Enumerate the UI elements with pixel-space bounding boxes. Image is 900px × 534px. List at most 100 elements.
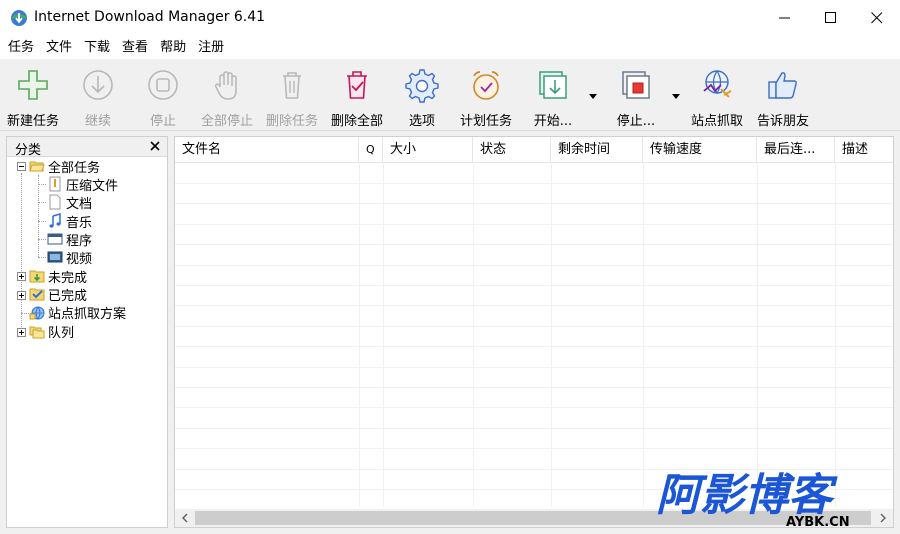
- menu-view[interactable]: 查看: [116, 37, 154, 59]
- window-title: Internet Download Manager 6.41: [34, 9, 266, 25]
- new-task-label: 新建任务: [6, 114, 59, 129]
- tree-item-label: 压缩文件: [66, 178, 119, 194]
- expand-toggle-icon[interactable]: [17, 291, 26, 300]
- tree-item-compressed[interactable]: 压缩文件: [47, 175, 119, 194]
- tree-item-programs[interactable]: 程序: [47, 230, 93, 249]
- delete-all-button[interactable]: 删除全部: [327, 63, 387, 129]
- stop-all-button[interactable]: 全部停止: [197, 63, 257, 129]
- column-header-description[interactable]: 描述: [835, 137, 893, 163]
- grid-row-line: [175, 367, 893, 368]
- tree-item-music[interactable]: 音乐: [47, 212, 93, 231]
- menu-task[interactable]: 任务: [2, 37, 40, 59]
- tree-item-label: 未完成: [48, 270, 88, 286]
- list-body: [175, 163, 893, 507]
- queue-folders-icon: [29, 326, 45, 339]
- tell-friend-button[interactable]: 告诉朋友: [753, 63, 813, 129]
- tree-item-label: 全部任务: [48, 160, 101, 176]
- toolbar: 新建任务 继续 停止 全部停止 删除任务 删除全部 选项 计划任务 开始... …: [0, 61, 900, 131]
- tree-item-grabber-projects[interactable]: 站点抓取方案: [29, 303, 127, 322]
- folder-check-icon: [29, 288, 45, 301]
- scheduler-label: 计划任务: [459, 114, 512, 129]
- start-queue-icon: [539, 71, 567, 99]
- stop-all-label: 全部停止: [200, 114, 253, 129]
- column-header-filename[interactable]: 文件名: [175, 137, 359, 163]
- stop-icon: [148, 70, 178, 100]
- grid-column-line: [835, 163, 836, 507]
- maximize-button[interactable]: [808, 0, 854, 36]
- tree-item-all-tasks[interactable]: 全部任务: [29, 157, 101, 176]
- menu-file[interactable]: 文件: [40, 37, 78, 59]
- resume-button[interactable]: 继续: [78, 63, 118, 129]
- document-icon: [49, 194, 61, 210]
- tree-hline: [38, 184, 46, 185]
- column-header-queue[interactable]: Q: [359, 137, 383, 163]
- menu-download[interactable]: 下载: [78, 37, 116, 59]
- site-grabber-button[interactable]: 站点抓取: [687, 63, 747, 129]
- globe-icon: [29, 306, 45, 320]
- tree-trunk-line: [21, 173, 22, 333]
- expand-toggle-icon[interactable]: [17, 272, 26, 281]
- grid-row-line: [175, 265, 893, 266]
- close-button[interactable]: [854, 0, 900, 36]
- tree-branch-line: [38, 175, 39, 257]
- scroll-left-icon[interactable]: [179, 512, 191, 524]
- tree-item-documents[interactable]: 文档: [47, 193, 93, 212]
- delete-task-label: 删除任务: [265, 114, 318, 129]
- stop-button[interactable]: 停止: [143, 63, 183, 129]
- category-panel: 分类 全部任务 压缩文件 文档 音乐 程序 视频 未完成 已完成 站点抓取方案 …: [6, 136, 168, 528]
- stop-label: 停止: [149, 114, 176, 129]
- collapse-toggle-icon[interactable]: [17, 162, 26, 171]
- tree-item-video[interactable]: 视频: [47, 248, 92, 267]
- scheduler-button[interactable]: 计划任务: [456, 63, 516, 129]
- globe-grabber-icon: [703, 70, 732, 98]
- menu-register[interactable]: 注册: [192, 37, 230, 59]
- idm-logo-icon: [11, 10, 27, 26]
- add-icon: [18, 70, 48, 100]
- tree-item-label: 音乐: [66, 215, 93, 231]
- column-header-transfer-rate[interactable]: 传输速度: [643, 137, 757, 163]
- grid-row-line: [175, 448, 893, 449]
- tree-item-label: 程序: [66, 233, 93, 249]
- column-header-time-left[interactable]: 剩余时间: [551, 137, 643, 163]
- tree-item-label: 文档: [66, 196, 93, 212]
- stop-queue-button[interactable]: 停止...: [614, 63, 658, 129]
- menu-bar: 任务 文件 下载 查看 帮助 注册: [0, 36, 900, 60]
- start-queue-label: 开始...: [533, 114, 573, 129]
- hand-stop-icon: [214, 71, 237, 100]
- folder-download-icon: [29, 270, 45, 283]
- stop-dropdown-chevron-icon[interactable]: [671, 91, 681, 101]
- site-grabber-label: 站点抓取: [690, 114, 743, 129]
- start-dropdown-chevron-icon[interactable]: [588, 91, 598, 101]
- column-header-size[interactable]: 大小: [383, 137, 473, 163]
- close-panel-icon[interactable]: [149, 140, 161, 152]
- stop-queue-icon: [622, 71, 650, 99]
- delete-task-button[interactable]: 删除任务: [262, 63, 322, 129]
- expand-toggle-icon[interactable]: [17, 328, 26, 337]
- options-label: 选项: [408, 114, 435, 129]
- tree-item-queues[interactable]: 队列: [29, 322, 74, 341]
- new-task-button[interactable]: 新建任务: [4, 63, 62, 129]
- minimize-icon: [779, 17, 790, 19]
- grid-row-line: [175, 387, 893, 388]
- column-header-status[interactable]: 状态: [473, 137, 551, 163]
- grid-column-line: [473, 163, 474, 507]
- tree-item-label: 站点抓取方案: [48, 306, 127, 322]
- grid-row-line: [175, 285, 893, 286]
- film-icon: [47, 251, 63, 263]
- tree-item-finished[interactable]: 已完成: [29, 285, 87, 304]
- start-queue-button[interactable]: 开始...: [531, 63, 575, 129]
- grid-row-line: [175, 326, 893, 327]
- tree-item-unfinished[interactable]: 未完成: [29, 267, 88, 286]
- tree-hline: [38, 221, 46, 222]
- title-bar: Internet Download Manager 6.41: [0, 0, 900, 36]
- minimize-button[interactable]: [762, 0, 808, 36]
- column-header-last-try[interactable]: 最后连...: [757, 137, 835, 163]
- open-folder-icon: [29, 161, 45, 172]
- tell-friend-label: 告诉朋友: [756, 114, 809, 129]
- watermark-title: 阿影博客: [656, 470, 838, 521]
- options-button[interactable]: 选项: [403, 63, 441, 129]
- grid-row-line: [175, 428, 893, 429]
- grid-row-line: [175, 305, 893, 306]
- menu-help[interactable]: 帮助: [154, 37, 192, 59]
- program-window-icon: [47, 233, 63, 245]
